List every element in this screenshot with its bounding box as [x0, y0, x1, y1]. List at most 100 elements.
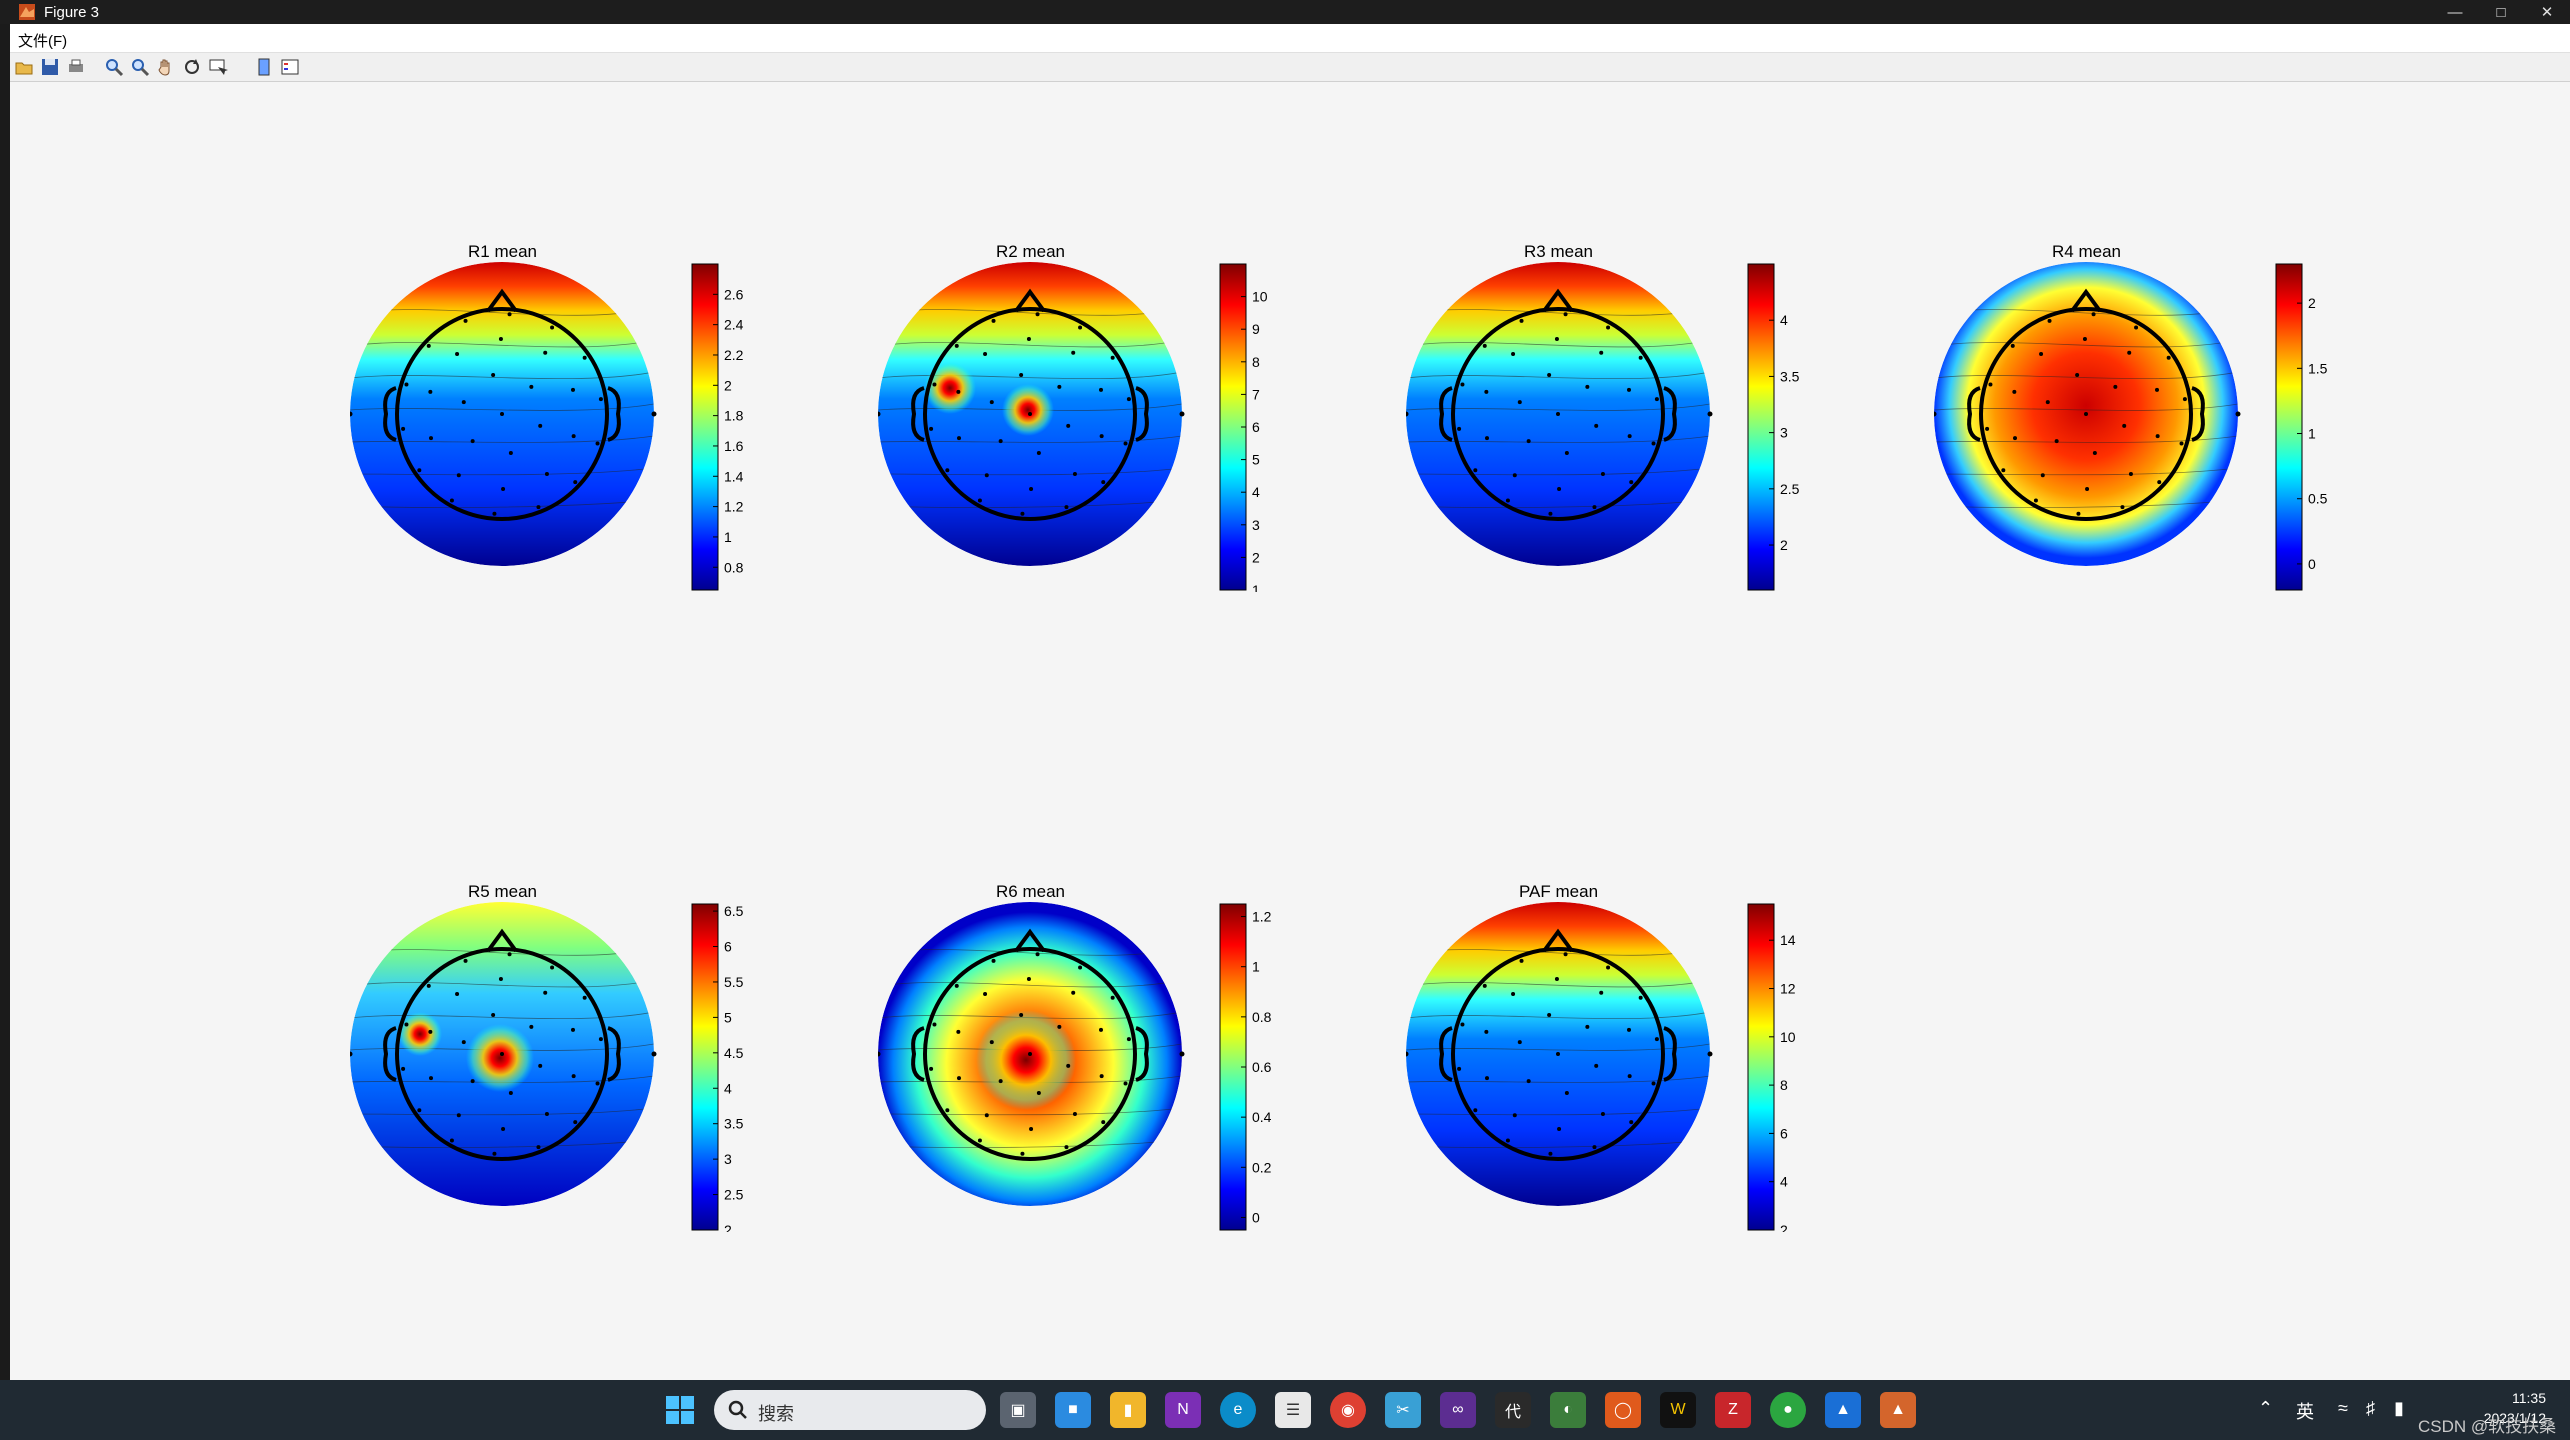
electrode-dot [529, 1024, 534, 1029]
colorbar-tick-label: 3.5 [724, 1116, 744, 1132]
close-button[interactable]: ✕ [2524, 0, 2570, 24]
electrode-dot [998, 439, 1003, 444]
colorbar-icon[interactable] [254, 57, 274, 77]
legend-icon[interactable] [280, 57, 300, 77]
electrode-dot [1707, 411, 1713, 417]
electrode-dot [1606, 965, 1611, 970]
electrode-dot [463, 958, 468, 963]
electrode-dot [2235, 411, 2241, 417]
electrode-dot [651, 1051, 657, 1057]
electrode-dot [470, 1079, 475, 1084]
notepad-icon[interactable]: ☰ [1275, 1392, 1311, 1428]
minimize-button[interactable]: — [2432, 0, 2478, 24]
electrode-dot [1526, 439, 1531, 444]
hotspot [924, 362, 976, 414]
search-icon [728, 1400, 747, 1419]
volume-icon[interactable]: ♯ [2366, 1398, 2375, 1419]
electrode-dot [456, 473, 461, 478]
taskbar-search[interactable]: 搜索 [714, 1390, 986, 1430]
tray-expand-icon[interactable]: ⌃ [2258, 1398, 2273, 1419]
topoplot-svg: 0 0.5 1 1.5 2 [1934, 262, 2328, 591]
electrode-dot [1019, 1012, 1024, 1017]
electrode-dot [507, 952, 512, 957]
folder-icon[interactable]: ▮ [1110, 1392, 1146, 1428]
electrode-dot [543, 990, 548, 995]
electrode-dot [492, 511, 497, 516]
ime-indicator[interactable]: 英 [2296, 1398, 2314, 1424]
colorbar [691, 903, 719, 1231]
start-icon[interactable] [662, 1392, 698, 1428]
electrode-dot [1594, 1063, 1599, 1068]
electrode-dot [455, 351, 460, 356]
electrode-dot [1098, 387, 1103, 392]
matlab-icon[interactable]: ▲ [1880, 1392, 1916, 1428]
electrode-dot [2045, 400, 2050, 405]
electrode-dot [1627, 434, 1632, 439]
plot-area: R1 mean 0.8 1 1.2 1.4 1.6 1.8 2 2.2 2.4 2.6 R2 mean… [10, 82, 2570, 1380]
colorbar [691, 263, 719, 591]
maximize-button[interactable]: □ [2478, 0, 2524, 24]
colorbar-tick-label: 5 [724, 1009, 732, 1025]
wifi-icon[interactable]: ≈ [2338, 1398, 2348, 1419]
electrode-dot [1457, 1066, 1462, 1071]
electrode-dot [945, 1108, 950, 1113]
colorbar-tick-label: 1.2 [724, 499, 744, 515]
electrode-dot [2047, 318, 2052, 323]
electrode-dot [508, 451, 513, 456]
zoom-out-icon[interactable] [130, 57, 150, 77]
rotate-icon[interactable] [182, 57, 202, 77]
electrode-dot [989, 400, 994, 405]
widgets-icon[interactable]: ■ [1055, 1392, 1091, 1428]
edge-icon[interactable]: e [1220, 1392, 1256, 1428]
electrode-dot [1036, 1091, 1041, 1096]
electrode-dot [1482, 983, 1487, 988]
colorbar-tick-label: 1.5 [2308, 360, 2328, 376]
electrode-dot [1123, 441, 1128, 446]
electrode-dot [401, 1066, 406, 1071]
electrode-dot [1707, 1051, 1713, 1057]
electrode-dot [651, 411, 657, 417]
figure-window: 文件(F) R1 mean 0.8 1 1.2 1.4 1.6 1.8 2 2.2 2.4 2.6 R… [10, 24, 2570, 1380]
colorbar-tick-label: 0.4 [1252, 1109, 1272, 1125]
electrode-dot [954, 983, 959, 988]
save-icon[interactable] [40, 57, 60, 77]
app-icon[interactable]: ◐ [1550, 1392, 1586, 1428]
electrode-dot [1985, 426, 1990, 431]
electrode-dot [1020, 1151, 1025, 1156]
data-cursor-icon[interactable] [208, 57, 228, 77]
code-icon[interactable]: 代 [1495, 1392, 1531, 1428]
ubuntu-icon[interactable]: ◯ [1605, 1392, 1641, 1428]
file-explorer-icon[interactable]: ▣ [1000, 1392, 1036, 1428]
electrode-dot [1557, 1126, 1562, 1131]
electrode-dot [1600, 472, 1605, 477]
chrome-icon[interactable]: ◉ [1330, 1392, 1366, 1428]
electrode-dot [1064, 1145, 1069, 1150]
electrode-dot [449, 498, 454, 503]
electrode-dot [1026, 337, 1031, 342]
electrode-dot [1101, 1120, 1106, 1125]
menu-file[interactable]: 文件(F) [18, 30, 67, 51]
app2-icon[interactable]: Z [1715, 1392, 1751, 1428]
electrode-dot [1564, 1091, 1569, 1096]
colorbar-tick-label: 1 [1252, 582, 1260, 592]
colorbar-tick-label: 6 [1780, 1125, 1788, 1141]
wechat-icon[interactable]: ● [1770, 1392, 1806, 1428]
taskbar: 搜索 ▣ ■ ▮ N e ☰ ◉ ✂ ∞ 代 ◐ ◯ W Z ● ▲ ▲ ⌃ 英… [0, 1380, 2570, 1440]
electrode-dot [2039, 351, 2044, 356]
electrode-dot [957, 1076, 962, 1081]
electrode-dot [500, 1052, 504, 1056]
wps-icon[interactable]: W [1660, 1392, 1696, 1428]
colorbar-tick-label: 10 [1780, 1029, 1796, 1045]
meeting-icon[interactable]: ▲ [1825, 1392, 1861, 1428]
onenote-icon[interactable]: N [1165, 1392, 1201, 1428]
open-icon[interactable] [14, 57, 34, 77]
zoom-in-icon[interactable] [104, 57, 124, 77]
electrode-dot [2128, 472, 2133, 477]
visual-studio-icon[interactable]: ∞ [1440, 1392, 1476, 1428]
battery-icon[interactable]: ▮ [2394, 1398, 2404, 1419]
electrode-dot [429, 436, 434, 441]
print-icon[interactable] [66, 57, 86, 77]
electrode-dot [1606, 325, 1611, 330]
snipping-icon[interactable]: ✂ [1385, 1392, 1421, 1428]
pan-icon[interactable] [156, 57, 176, 77]
